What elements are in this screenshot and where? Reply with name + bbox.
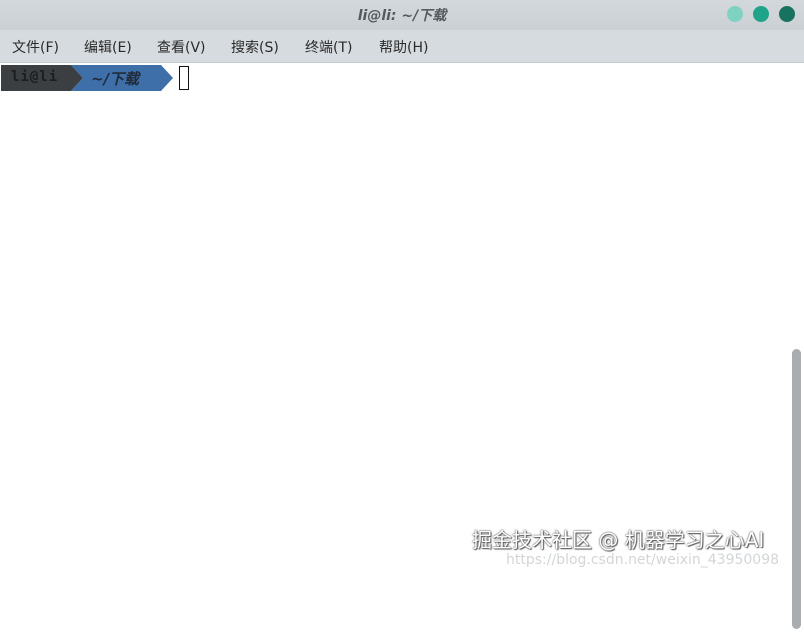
menu-terminal[interactable]: 终端(T)	[305, 37, 352, 57]
menu-edit[interactable]: 编辑(E)	[84, 37, 132, 57]
maximize-button[interactable]	[753, 6, 769, 22]
watermark: 掘金技术社区 @ 机器学习之心AI	[472, 528, 765, 552]
text-cursor	[179, 66, 189, 90]
menu-file[interactable]: 文件(F)	[12, 37, 59, 57]
menu-view[interactable]: 查看(V)	[157, 37, 206, 57]
prompt-user: li@li	[11, 69, 59, 85]
terminal-window: li@li: ~/下载 文件(F) 编辑(E) 查看(V) 搜索(S) 终端(T…	[0, 0, 804, 632]
close-button[interactable]	[779, 6, 795, 22]
menu-bar: 文件(F) 编辑(E) 查看(V) 搜索(S) 终端(T) 帮助(H)	[0, 30, 804, 63]
menu-help[interactable]: 帮助(H)	[379, 37, 428, 57]
minimize-button[interactable]	[727, 6, 743, 22]
window-title: li@li: ~/下载	[357, 8, 447, 24]
watermark-url: https://blog.csdn.net/weixin_43950098	[506, 552, 780, 568]
menu-search[interactable]: 搜索(S)	[231, 37, 279, 57]
prompt-directory: ~/下载	[91, 70, 140, 88]
title-bar[interactable]: li@li: ~/下载	[0, 0, 804, 30]
scrollbar-thumb[interactable]	[792, 349, 801, 629]
